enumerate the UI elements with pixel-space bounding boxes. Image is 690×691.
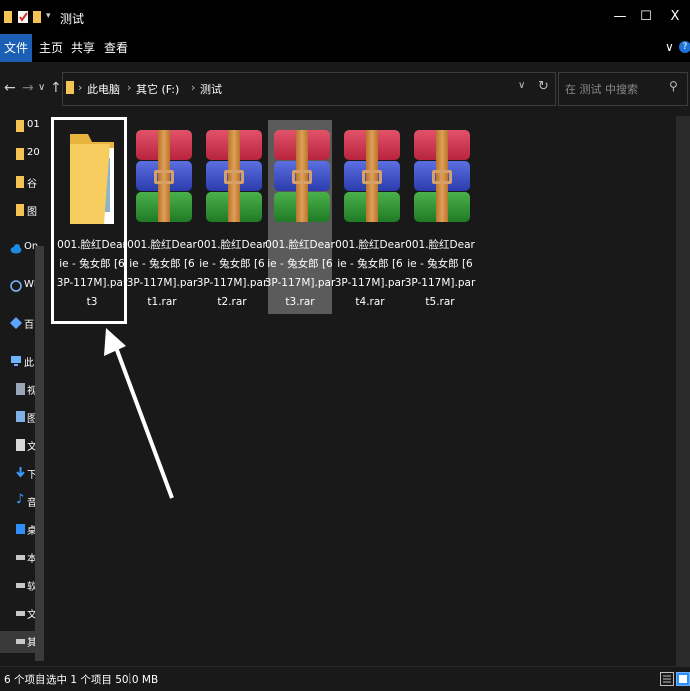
tab-home[interactable]: 主页 — [39, 34, 63, 62]
file-item-rar[interactable]: 001.脸红Dearie - 兔女郎 [63P-117M].part2.rar — [197, 120, 267, 314]
search-box[interactable]: ⚲ — [558, 72, 688, 106]
forward-button[interactable]: → — [22, 80, 34, 96]
nav-item-label: 01 — [27, 119, 40, 130]
nav-item-label: 百 — [24, 320, 34, 331]
file-item-rar[interactable]: 001.脸红Dearie - 兔女郎 [63P-117M].part4.rar — [335, 120, 405, 314]
status-separator: | — [128, 672, 132, 684]
ribbon-tabs: 文件 主页 共享 查看 ∨ ? — [0, 34, 690, 62]
file-item-rar-selected[interactable]: 001.脸红Dearie - 兔女郎 [63P-117M].part3.rar — [265, 120, 335, 314]
folder-icon — [4, 11, 12, 23]
help-icon[interactable]: ? — [679, 41, 690, 53]
recent-locations-button[interactable]: ∨ — [38, 82, 45, 93]
music-icon: ♪ — [16, 492, 25, 507]
back-button[interactable]: ← — [4, 80, 16, 96]
folder-icon — [16, 176, 24, 188]
winrar-archive-icon — [206, 130, 262, 222]
desktop-icon — [16, 524, 25, 534]
tab-share[interactable]: 共享 — [71, 34, 95, 62]
wps-icon — [10, 280, 22, 292]
winrar-archive-icon — [344, 130, 400, 222]
arrow-annotation — [104, 328, 174, 499]
file-item-rar[interactable]: 001.脸红Dearie - 兔女郎 [63P-117M].part5.rar — [405, 120, 475, 314]
status-separator: | — [38, 672, 42, 684]
selection-info: 选中 1 个项目 50.0 MB — [46, 674, 159, 686]
tab-file[interactable]: 文件 — [0, 34, 32, 62]
address-row: ← → ∨ ↑ › 此电脑 › 其它 (F:) › 测试 ∨ ↻ ⚲ — [0, 62, 690, 116]
expand-ribbon-icon[interactable]: ∨ — [665, 40, 674, 54]
tab-view[interactable]: 查看 — [104, 34, 128, 62]
nav-item-folder[interactable]: 图 — [0, 200, 44, 222]
highlight-box — [51, 117, 127, 324]
nav-item-label: 图 — [27, 207, 37, 218]
maximize-button[interactable]: ☐ — [631, 6, 661, 28]
up-button[interactable]: ↑ — [50, 80, 62, 96]
winrar-archive-icon — [414, 130, 470, 222]
folder-icon — [16, 148, 24, 160]
status-bar: 6 个项目 | 选中 1 个项目 50.0 MB | — [0, 666, 690, 691]
winrar-archive-icon — [274, 130, 330, 222]
documents-icon — [16, 439, 25, 451]
nav-item-label: 20 — [27, 147, 40, 158]
large-icons-view-icon[interactable] — [676, 672, 690, 686]
nav-item-label: 此 — [24, 358, 34, 369]
drive-icon — [16, 639, 25, 644]
file-name: 001.脸红Dearie - 兔女郎 [63P-117M].part3.rar — [264, 239, 336, 308]
properties-icon[interactable] — [18, 10, 30, 24]
baidu-icon — [10, 317, 22, 329]
breadcrumb-separator: › — [127, 81, 132, 94]
new-folder-icon[interactable] — [33, 10, 45, 24]
title-bar: ▾ 测试 — ☐ X — [0, 0, 690, 34]
close-button[interactable]: X — [660, 6, 690, 28]
video-icon — [16, 383, 25, 395]
drive-icon — [16, 555, 25, 560]
window-title: 测试 — [60, 12, 85, 26]
folder-icon — [66, 81, 74, 94]
file-name: 001.脸红Dearie - 兔女郎 [63P-117M].part5.rar — [404, 239, 476, 308]
downloads-icon — [16, 467, 25, 478]
breadcrumb-separator: › — [78, 81, 83, 94]
address-history-button[interactable]: ∨ — [518, 80, 525, 91]
file-item-rar[interactable]: 001.脸红Dearie - 兔女郎 [63P-117M].part1.rar — [127, 120, 197, 314]
drive-icon — [16, 611, 25, 616]
content-scrollbar[interactable] — [676, 116, 690, 666]
cloud-icon — [10, 244, 22, 254]
nav-item-label: 谷 — [27, 179, 37, 190]
pictures-icon — [16, 411, 25, 422]
drive-icon — [16, 583, 25, 588]
file-name: 001.脸红Dearie - 兔女郎 [63P-117M].part1.rar — [126, 239, 198, 308]
nav-item-folder[interactable]: 20 — [0, 144, 44, 166]
nav-pane-scrollbar[interactable] — [35, 246, 44, 661]
refresh-button[interactable]: ↻ — [538, 79, 549, 94]
customize-quick-access-icon[interactable]: ▾ — [46, 11, 51, 21]
address-bar[interactable]: › 此电脑 › 其它 (F:) › 测试 ∨ ↻ — [62, 72, 556, 106]
breadcrumb-this-pc[interactable]: 此电脑 — [87, 81, 120, 97]
folder-icon — [16, 204, 24, 216]
file-name: 001.脸红Dearie - 兔女郎 [63P-117M].part4.rar — [334, 239, 406, 308]
breadcrumb-separator: › — [191, 81, 196, 94]
file-name: 001.脸红Dearie - 兔女郎 [63P-117M].part2.rar — [196, 239, 268, 308]
winrar-archive-icon — [136, 130, 192, 222]
search-icon[interactable]: ⚲ — [669, 79, 678, 93]
search-input[interactable] — [563, 80, 667, 98]
nav-item-folder[interactable]: 谷 — [0, 172, 44, 194]
computer-icon — [11, 356, 21, 366]
details-view-icon[interactable] — [660, 672, 674, 686]
breadcrumb-current-folder[interactable]: 测试 — [200, 81, 222, 97]
folder-icon — [16, 120, 24, 132]
nav-item-folder[interactable]: 01 — [0, 116, 44, 138]
breadcrumb-drive[interactable]: 其它 (F:) — [136, 81, 179, 97]
navigation-pane: 01 20 谷 图 On WP 百 此 视 图 文 下 ♪ 音 桌 本 软 文 … — [0, 116, 46, 666]
